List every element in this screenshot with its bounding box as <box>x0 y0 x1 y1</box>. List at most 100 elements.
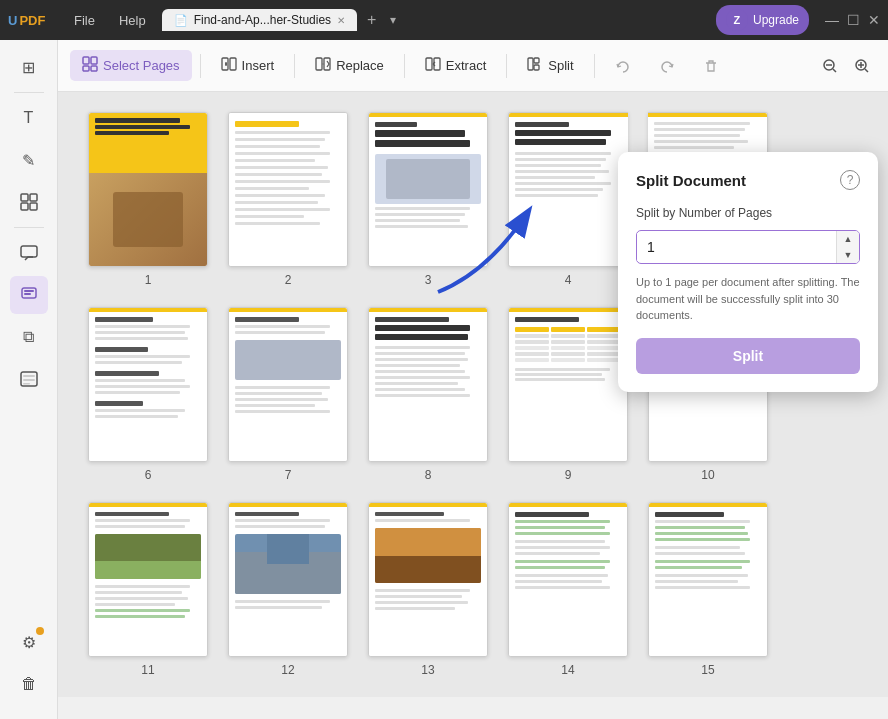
rotate-left-button[interactable] <box>603 52 643 80</box>
page-number: 6 <box>145 468 152 482</box>
select-pages-icon <box>82 56 98 75</box>
new-tab-button[interactable]: + <box>361 9 382 31</box>
svg-line-33 <box>865 69 868 72</box>
form-icon[interactable] <box>10 360 48 398</box>
page-number: 4 <box>565 273 572 287</box>
help-icon[interactable]: ? <box>840 170 860 190</box>
page-item[interactable]: 8 <box>368 307 488 482</box>
increment-button[interactable]: ▲ <box>837 231 859 247</box>
minimize-button[interactable]: — <box>825 12 839 28</box>
replace-icon <box>315 56 331 75</box>
split-icon <box>527 56 543 75</box>
page-number: 14 <box>561 663 574 677</box>
replace-button[interactable]: Replace <box>303 50 396 81</box>
close-button[interactable]: ✕ <box>868 12 880 28</box>
page-item[interactable]: 12 <box>228 502 348 677</box>
split-popup-title: Split Document <box>636 172 746 189</box>
split-confirm-button[interactable]: Split <box>636 338 860 374</box>
page-item[interactable]: 13 <box>368 502 488 677</box>
page-item[interactable]: 6 <box>88 307 208 482</box>
toolbar-separator-4 <box>506 54 507 78</box>
page-item[interactable]: 3 <box>368 112 488 287</box>
page-thumbnail <box>368 502 488 657</box>
svg-rect-12 <box>83 57 89 64</box>
tab-close-button[interactable]: ✕ <box>337 15 345 26</box>
page-item[interactable]: 4 <box>508 112 628 287</box>
trash-sidebar-icon[interactable]: 🗑 <box>10 665 48 703</box>
toolbar-separator-3 <box>404 54 405 78</box>
decrement-button[interactable]: ▼ <box>837 247 859 263</box>
page-item[interactable]: 2 <box>228 112 348 287</box>
split-popup-header: Split Document ? <box>636 170 860 190</box>
svg-rect-0 <box>21 194 28 201</box>
svg-rect-26 <box>534 65 539 70</box>
page-thumbnail <box>88 307 208 462</box>
page-thumbnail <box>88 112 208 267</box>
svg-rect-20 <box>316 58 322 70</box>
title-right: Z Upgrade — ☐ ✕ <box>716 5 880 35</box>
page-thumbnail <box>368 307 488 462</box>
split-pages-input[interactable] <box>637 233 836 261</box>
edit-icon[interactable]: ✎ <box>10 141 48 179</box>
user-avatar: Z <box>726 9 748 31</box>
svg-rect-17 <box>230 58 236 70</box>
svg-rect-2 <box>21 203 28 210</box>
text-tool-icon[interactable]: T <box>10 99 48 137</box>
title-bar: UPDF File Help 📄 Find-and-Ap...her-Studi… <box>0 0 888 40</box>
page-item[interactable]: 1 <box>88 112 208 287</box>
left-sidebar: ⊞ T ✎ ⧉ <box>0 40 58 719</box>
maximize-button[interactable]: ☐ <box>847 12 860 28</box>
tabs-dropdown-button[interactable]: ▾ <box>390 13 396 27</box>
page-thumbnail <box>368 112 488 267</box>
stamp-icon[interactable] <box>10 276 48 314</box>
delete-pages-button[interactable] <box>691 52 731 80</box>
page-item[interactable]: 9 <box>508 307 628 482</box>
upgrade-button[interactable]: Z Upgrade <box>716 5 809 35</box>
page-item[interactable]: 7 <box>228 307 348 482</box>
sidebar-divider-1 <box>14 92 44 93</box>
extract-button[interactable]: Extract <box>413 50 498 81</box>
page-thumbnail <box>508 502 628 657</box>
select-pages-button[interactable]: Select Pages <box>70 50 192 81</box>
insert-button[interactable]: Insert <box>209 50 287 81</box>
zoom-in-button[interactable] <box>848 52 876 80</box>
page-item[interactable]: 15 <box>648 502 768 677</box>
page-number: 3 <box>425 273 432 287</box>
settings-icon[interactable]: ⚙ <box>10 623 48 661</box>
split-spinner: ▲ ▼ <box>836 231 859 263</box>
layers-icon[interactable]: ⧉ <box>10 318 48 356</box>
thumbnail-view-icon[interactable]: ⊞ <box>10 48 48 86</box>
split-description: Up to 1 page per document after splittin… <box>636 274 860 324</box>
svg-rect-22 <box>426 58 432 70</box>
page-number: 13 <box>421 663 434 677</box>
page-item[interactable]: 14 <box>508 502 628 677</box>
active-tab[interactable]: 📄 Find-and-Ap...her-Studies ✕ <box>162 9 357 31</box>
svg-rect-9 <box>23 375 35 377</box>
page-number: 12 <box>281 663 294 677</box>
content-area: Select Pages Insert <box>58 40 888 719</box>
app-logo: UPDF <box>8 13 58 28</box>
svg-rect-14 <box>83 66 89 71</box>
zoom-out-button[interactable] <box>816 52 844 80</box>
svg-line-29 <box>833 69 836 72</box>
split-popup: Split Document ? Split by Number of Page… <box>618 152 878 392</box>
rotate-right-button[interactable] <box>647 52 687 80</box>
svg-rect-25 <box>534 58 539 63</box>
toolbar-separator-1 <box>200 54 201 78</box>
file-menu[interactable]: File <box>66 11 103 30</box>
help-menu[interactable]: Help <box>111 11 154 30</box>
comment-icon[interactable] <box>10 234 48 272</box>
page-number: 11 <box>141 663 154 677</box>
tab-bar: 📄 Find-and-Ap...her-Studies ✕ + ▾ <box>162 9 708 31</box>
page-item[interactable]: 11 <box>88 502 208 677</box>
tab-title: Find-and-Ap...her-Studies <box>194 13 331 27</box>
svg-rect-13 <box>91 57 97 64</box>
page-number: 9 <box>565 468 572 482</box>
split-input-row: ▲ ▼ <box>636 230 860 264</box>
window-controls: — ☐ ✕ <box>825 12 880 28</box>
split-button[interactable]: Split <box>515 50 585 81</box>
toolbar-separator-5 <box>594 54 595 78</box>
organize-icon[interactable] <box>10 183 48 221</box>
svg-rect-1 <box>30 194 37 201</box>
toolbar-separator-2 <box>294 54 295 78</box>
